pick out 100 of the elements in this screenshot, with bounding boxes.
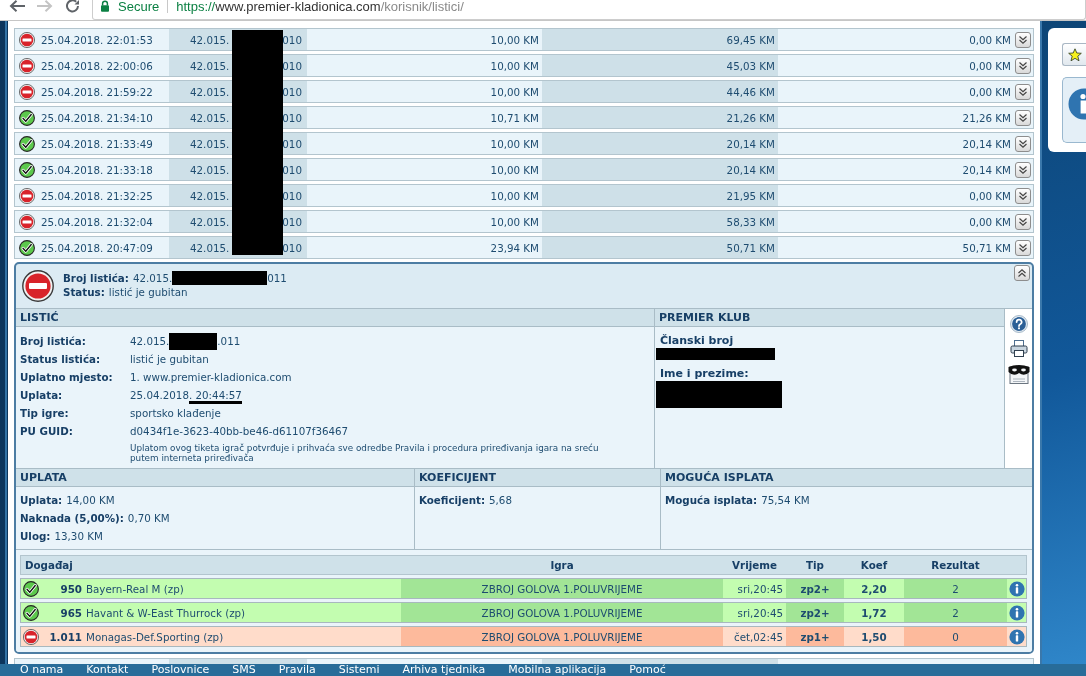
event-number: 950 — [59, 582, 82, 595]
amount-cell: 58,33 KM — [542, 211, 778, 232]
ticket-datetime: 25.04.2018. 21:34:10 — [40, 110, 154, 126]
nav-link[interactable]: Kontakt — [86, 664, 129, 676]
event-tip: zp1+ — [786, 627, 844, 646]
amount-cell: 21,26 KM — [542, 107, 778, 128]
printer-icon[interactable] — [1009, 340, 1028, 357]
reload-icon[interactable] — [64, 0, 82, 13]
info-icon — [1068, 88, 1086, 120]
field-label: Ulog: — [20, 529, 51, 544]
field-label: Uplata: — [20, 493, 63, 508]
section-header: UPLATA — [16, 469, 414, 487]
info-icon[interactable] — [1009, 604, 1025, 621]
info-icon[interactable] — [1009, 580, 1025, 597]
expand-button[interactable] — [1015, 83, 1031, 100]
field-value: 1. www.premier-kladionica.com — [130, 371, 293, 383]
double-chevron-down-icon — [1018, 190, 1028, 201]
ticket-number: 010 — [282, 85, 302, 98]
security-label: Secure — [118, 0, 160, 14]
nav-link[interactable]: Arhiva tjednika — [402, 664, 486, 676]
column-header: Igra — [549, 559, 575, 571]
address-bar[interactable]: Secure https://www.premier-kladionica.com/korisnik/listici/ — [92, 0, 1086, 20]
ticket-number: 42.015. — [190, 215, 230, 228]
ticket-number: 42.015. — [190, 85, 230, 98]
expand-button[interactable] — [1015, 57, 1031, 74]
field-value: 5,68 — [489, 493, 512, 508]
double-chevron-down-icon — [1018, 112, 1028, 123]
amount-cell-text: 10,00 KM — [489, 214, 540, 230]
help-icon[interactable] — [1009, 315, 1028, 333]
double-chevron-down-icon — [1018, 34, 1028, 45]
collapse-button[interactable] — [1014, 265, 1030, 281]
amount-cell: 20,14 KM — [542, 159, 778, 180]
amount-cell-text: 23,94 KM — [489, 240, 540, 256]
field-label: Članski broj — [659, 333, 735, 348]
ticket-number: 010 — [282, 59, 302, 72]
field-label: Broj listića: — [20, 335, 87, 347]
ticket-datetime: 25.04.2018. 21:32:04 — [40, 214, 154, 230]
column-header: Vrijeme — [731, 559, 778, 571]
double-chevron-up-icon — [1017, 268, 1027, 278]
ticket-number: 42.015. — [190, 241, 230, 254]
ticket-number: 010 — [282, 189, 302, 202]
expand-button[interactable] — [1015, 239, 1031, 256]
event-result: 2 — [904, 603, 1007, 622]
event-number: 1.011 — [48, 630, 82, 643]
field-label: PU GUID: — [20, 425, 74, 437]
amount-cell-text: 21,26 KM — [961, 110, 1012, 126]
info-icon[interactable] — [1009, 628, 1025, 645]
amount-cell-text: 10,71 KM — [489, 110, 540, 126]
expand-button[interactable] — [1015, 109, 1031, 126]
event-tip: zp2+ — [786, 603, 844, 622]
section-header: MOGUĆA ISPLATA — [661, 469, 1032, 487]
nav-link[interactable]: Mobilna aplikacija — [508, 664, 607, 676]
expand-button[interactable] — [1015, 135, 1031, 152]
field-value: 25.04.2018. 20:44:57 — [130, 389, 654, 401]
back-arrow-icon[interactable] — [8, 0, 26, 13]
nav-link[interactable]: Pomoć — [629, 664, 666, 676]
event-name: Monagas-Def.Sporting (zp) — [86, 630, 224, 643]
nav-link[interactable]: O nama — [20, 664, 64, 676]
expand-button[interactable] — [1015, 187, 1031, 204]
column-header: Događaj — [24, 559, 74, 571]
amount-cell-text: 0,00 KM — [968, 188, 1012, 204]
ticket-number: 010 — [282, 241, 302, 254]
ticket-datetime: 25.04.2018. 22:00:06 — [40, 58, 154, 74]
field-value: 75,54 KM — [761, 493, 810, 508]
field-value: 42.015. — [130, 335, 170, 347]
amount-cell-text: 0,00 KM — [968, 214, 1012, 230]
ticket-datetime: 25.04.2018. 21:33:18 — [40, 162, 154, 178]
field-value: sportsko klađenje — [130, 407, 222, 419]
url-text[interactable]: https://www.premier-kladionica.com/korisnik/listici/ — [176, 0, 464, 14]
star-button[interactable] — [1062, 43, 1086, 66]
nav-link[interactable]: SMS — [232, 664, 256, 676]
double-chevron-down-icon — [1018, 138, 1028, 149]
amount-cell: 21,95 KM — [542, 185, 778, 206]
double-chevron-down-icon — [1018, 164, 1028, 175]
amount-cell: 45,03 KM — [542, 55, 778, 76]
field-value: 13,30 KM — [54, 529, 103, 544]
ticket-number: 010 — [282, 163, 302, 176]
field-value: listić je gubitan — [108, 285, 188, 299]
nav-link[interactable]: Pravila — [278, 664, 316, 676]
nav-link[interactable]: Sistemi — [338, 664, 380, 676]
expand-button[interactable] — [1015, 31, 1031, 48]
event-tip: zp2+ — [786, 579, 844, 598]
event-name: Bayern-Real M (zp) — [86, 582, 184, 595]
event-time: sri,20:45 — [736, 581, 784, 597]
field-value: 011 — [267, 271, 287, 285]
amount-cell: 44,46 KM — [542, 81, 778, 102]
event-game: ZBROJ GOLOVA 1.POLUVRIJEME — [401, 603, 723, 622]
column-header: Tip — [805, 559, 825, 571]
expand-button[interactable] — [1015, 161, 1031, 178]
nav-link[interactable]: Poslovnice — [151, 664, 210, 676]
field-label: Status listića: — [20, 353, 102, 365]
double-chevron-down-icon — [1018, 216, 1028, 227]
event-time: čet,02:45 — [733, 629, 784, 645]
expand-button[interactable] — [1015, 213, 1031, 230]
ticket-number: 42.015. — [190, 33, 230, 46]
event-game: ZBROJ GOLOVA 1.POLUVRIJEME — [401, 579, 723, 598]
event-result: 0 — [904, 627, 1007, 646]
mask-icon[interactable] — [1007, 364, 1030, 384]
ticket-number: 010 — [282, 111, 302, 124]
amount-cell-text: 10,00 KM — [489, 136, 540, 152]
